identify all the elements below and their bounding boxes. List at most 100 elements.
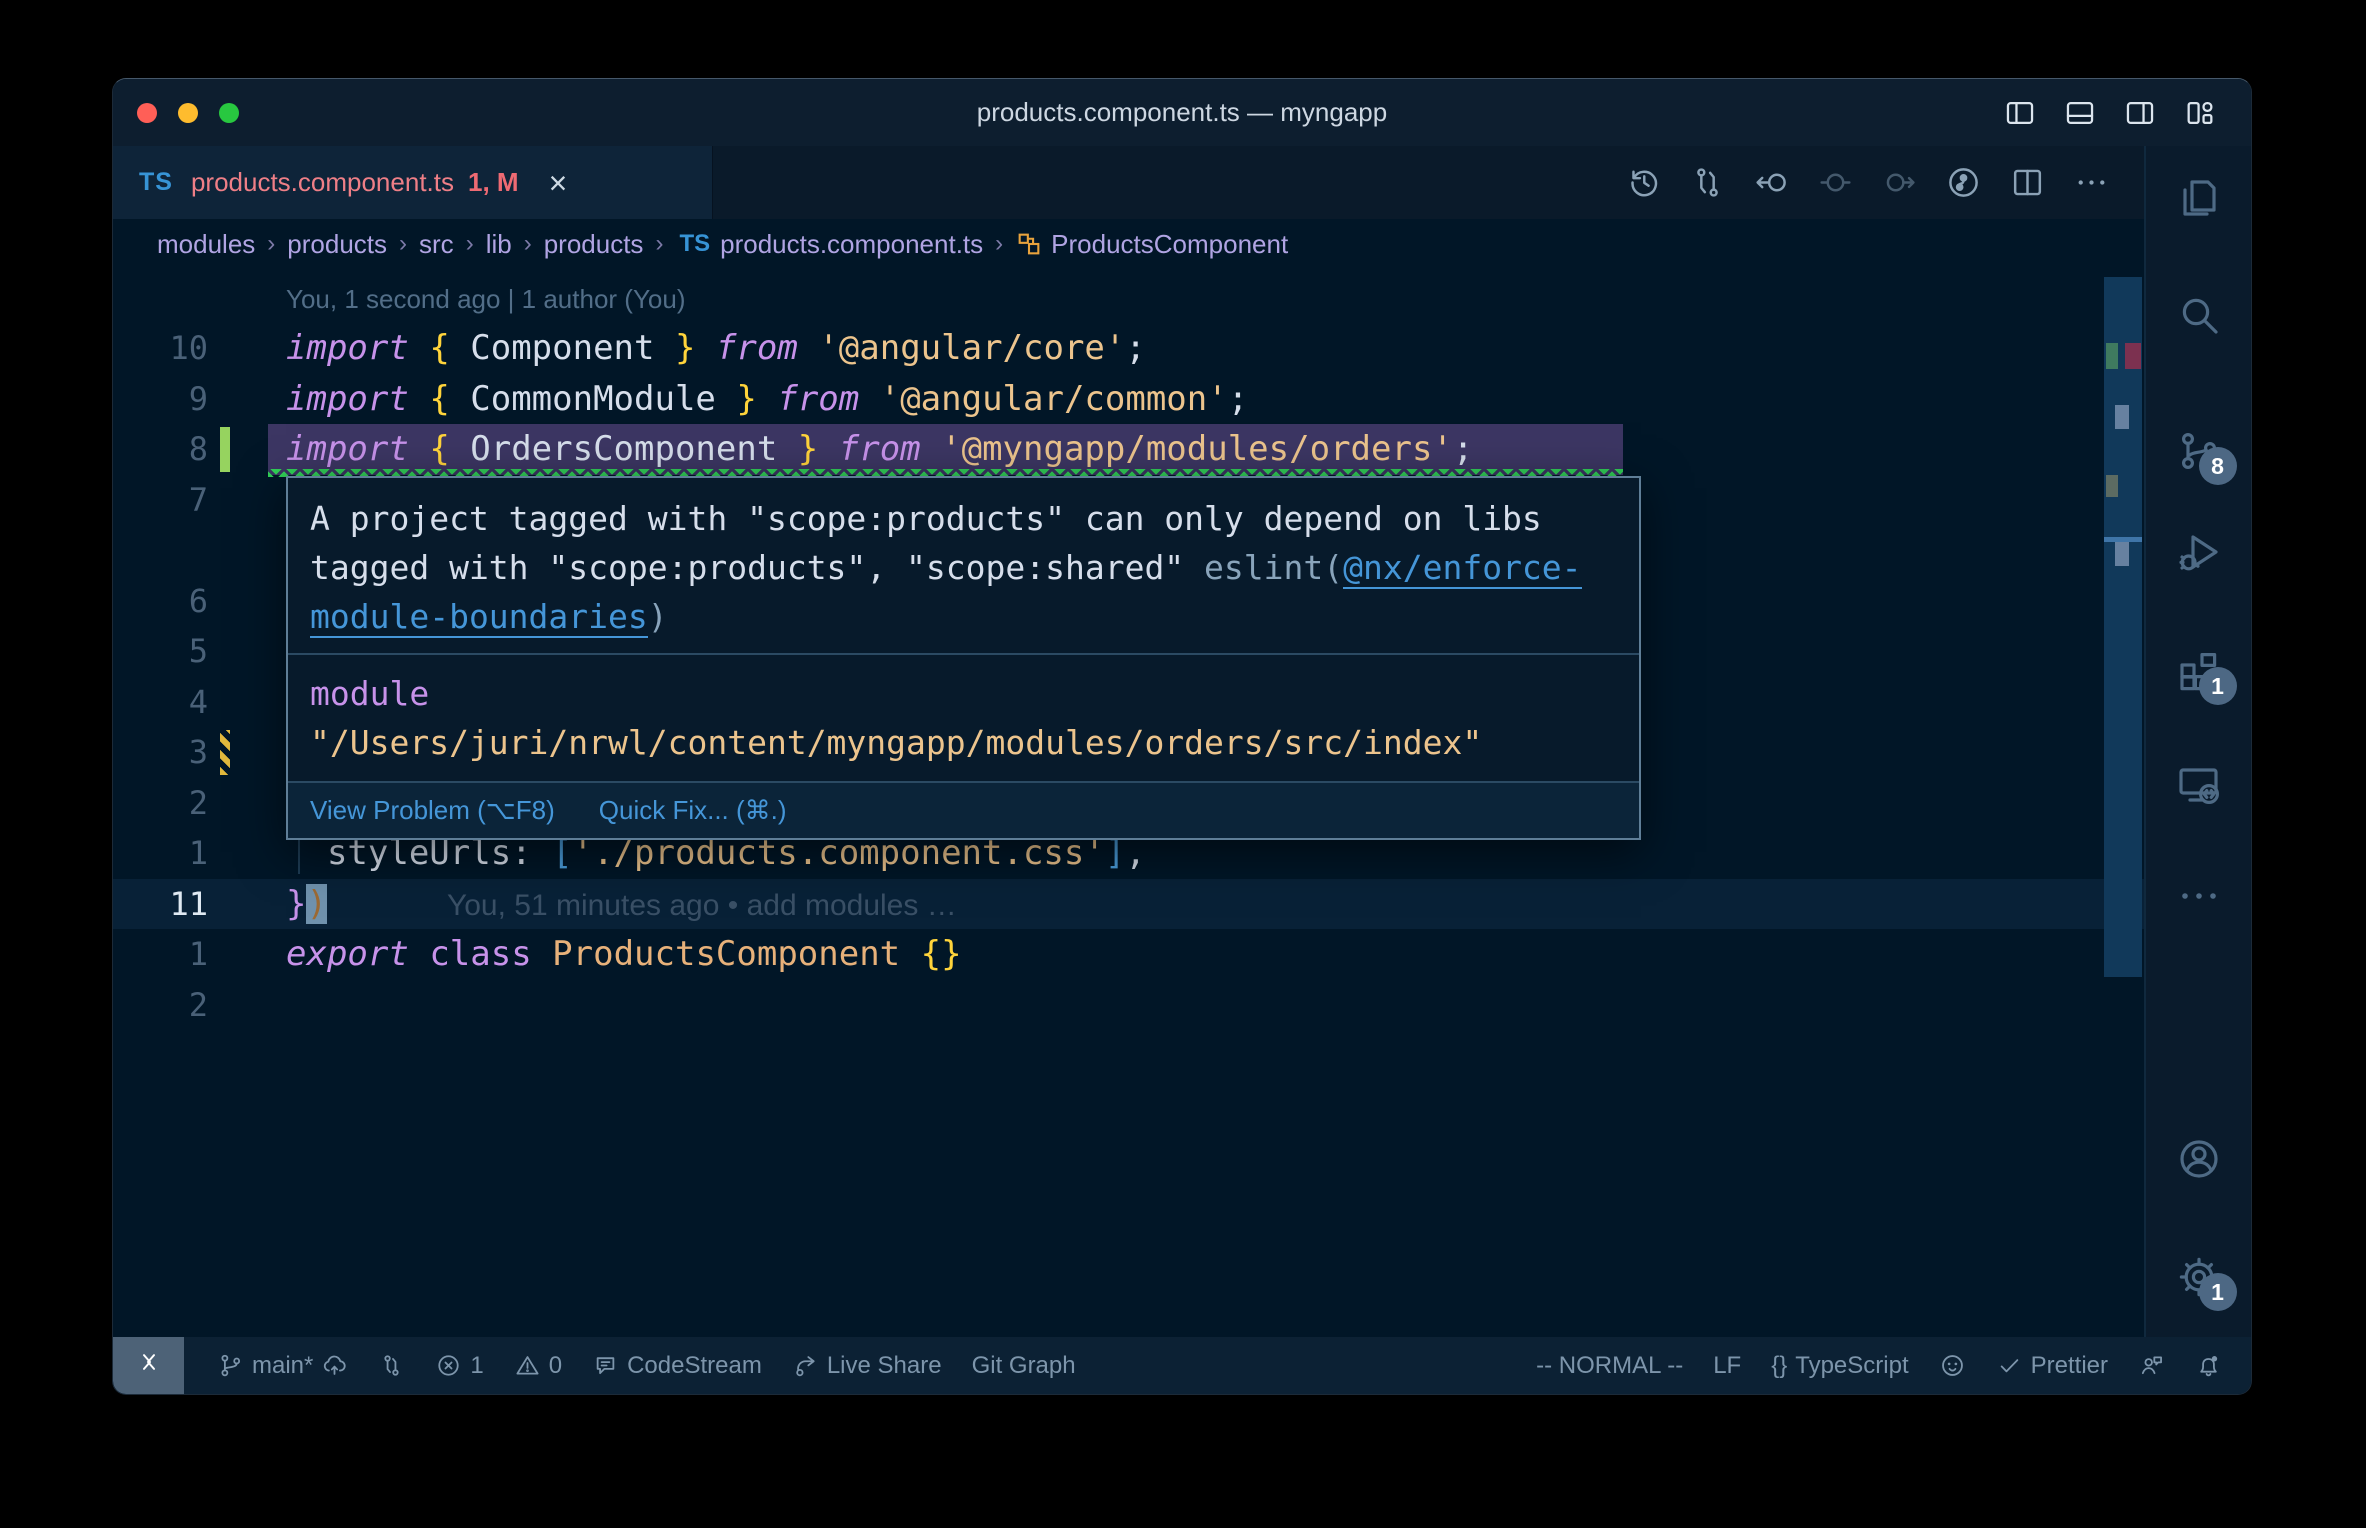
line-content xyxy=(268,525,286,576)
status-label: 1 xyxy=(470,1351,484,1379)
gutter xyxy=(208,475,268,526)
activity-extensions-button[interactable]: 1 xyxy=(2175,647,2237,705)
hover-link[interactable]: module-boundaries xyxy=(310,597,648,638)
token: Component xyxy=(449,328,675,368)
code-line[interactable]: 10 import { Component } from '@angular/co… xyxy=(113,323,2146,374)
line-number: 11 xyxy=(169,884,208,923)
activity-debug-button[interactable] xyxy=(2175,528,2223,576)
gutter xyxy=(208,929,268,980)
vim-mode[interactable]: -- NORMAL -- xyxy=(1521,1337,1698,1394)
live-share[interactable]: Live Share xyxy=(777,1337,957,1394)
branch-indicator[interactable]: main* xyxy=(202,1337,363,1394)
quick-fix-action[interactable]: Quick Fix... (⌘.) xyxy=(599,795,787,826)
ruler-added-mark xyxy=(2106,343,2118,369)
activity-search-button[interactable] xyxy=(2175,291,2223,339)
token: ; xyxy=(1125,328,1146,368)
remote-indicator[interactable] xyxy=(113,1337,184,1394)
token: { xyxy=(429,328,450,368)
prev-change-icon xyxy=(1817,164,1854,201)
line-number: 3 xyxy=(188,733,208,771)
error-count[interactable]: 1 xyxy=(420,1337,498,1394)
activity-more-button[interactable] xyxy=(2175,872,2223,920)
gitlens-compare[interactable] xyxy=(363,1337,420,1394)
status-label: Live Share xyxy=(826,1351,942,1379)
activity-source-control-button[interactable]: 8 xyxy=(2175,427,2237,485)
timeline-button[interactable] xyxy=(1625,164,1662,201)
line-content xyxy=(268,576,286,627)
prettier[interactable]: Prettier xyxy=(1981,1337,2123,1394)
activity-remote-explorer-button[interactable] xyxy=(2175,761,2223,809)
split-editor-button[interactable] xyxy=(2009,164,2046,201)
gutter xyxy=(208,727,268,778)
breadcrumb-item-products[interactable]: products xyxy=(544,229,644,260)
code-line[interactable]: 8 import { OrdersComponent } from '@mynga… xyxy=(113,424,2146,476)
language-mode[interactable]: {} TypeScript xyxy=(1756,1337,1923,1394)
close-tab-icon[interactable]: × xyxy=(549,167,568,199)
line-number: 8 xyxy=(188,430,208,468)
gutter xyxy=(208,677,268,728)
braces-icon: {} xyxy=(1771,1351,1788,1379)
remote-explorer-icon xyxy=(2175,761,2223,809)
status-label: Prettier xyxy=(2030,1351,2108,1379)
token: } xyxy=(797,429,819,469)
breadcrumb-file[interactable]: products.component.ts xyxy=(720,229,983,260)
request-changes-icon xyxy=(1689,164,1726,201)
feedback[interactable] xyxy=(2123,1337,2180,1394)
code-line[interactable]: 9 import { CommonModule } from '@angular/… xyxy=(113,374,2146,425)
status-label: main* xyxy=(252,1351,314,1379)
layout-customize-button[interactable] xyxy=(2183,96,2217,130)
notifications[interactable] xyxy=(2180,1337,2237,1394)
line-number: 6 xyxy=(188,581,208,620)
code-line[interactable]: 1 export class ProductsComponent {} xyxy=(113,929,2146,980)
warning-count[interactable]: 0 xyxy=(499,1337,577,1394)
cloud-upload-icon xyxy=(321,1352,348,1379)
gitlens-codelens[interactable]: You, 1 second ago | 1 author (You) xyxy=(113,275,2146,323)
github[interactable] xyxy=(1924,1337,1981,1394)
ruler-error-mark xyxy=(2125,343,2141,369)
line-number: 2 xyxy=(188,783,208,822)
request-changes-button[interactable] xyxy=(1689,164,1726,201)
open-changes-button[interactable] xyxy=(1753,164,1790,201)
next-change-button[interactable] xyxy=(1881,164,1918,201)
breadcrumb-symbol[interactable]: ProductsComponent xyxy=(1015,229,1288,260)
tab-products-component[interactable]: TS products.component.ts 1, M × xyxy=(113,146,713,219)
search-icon xyxy=(2175,291,2223,339)
extensions-badge: 1 xyxy=(2198,667,2237,705)
activity-account-button[interactable] xyxy=(2175,1135,2223,1183)
codestream-icon xyxy=(592,1352,619,1379)
line-content xyxy=(268,626,286,677)
overview-ruler[interactable] xyxy=(2104,269,2142,1339)
layout-sidebar-left-button[interactable] xyxy=(2003,96,2037,130)
code-line[interactable]: 11}) You, 51 minutes ago • add modules … xyxy=(113,878,2146,930)
layout-panel-bottom-button[interactable] xyxy=(2063,96,2097,130)
settings-gear-badge: 1 xyxy=(2198,1273,2237,1311)
breadcrumb-item-products[interactable]: products xyxy=(287,229,387,260)
line-number: 4 xyxy=(188,682,208,721)
token: import xyxy=(286,378,409,419)
prev-change-button[interactable] xyxy=(1817,164,1854,201)
codestream[interactable]: CodeStream xyxy=(577,1337,777,1394)
activity-files-button[interactable] xyxy=(2175,174,2223,222)
breadcrumb-separator: › xyxy=(267,230,276,257)
layout-sidebar-right-button[interactable] xyxy=(2123,96,2157,130)
activity-settings-gear-button[interactable]: 1 xyxy=(2175,1253,2237,1311)
more-button[interactable] xyxy=(2073,164,2110,201)
git-graph[interactable]: Git Graph xyxy=(957,1337,1091,1394)
code-editor[interactable]: You, 1 second ago | 1 author (You) 10 imp… xyxy=(113,269,2146,1339)
hover-link[interactable]: @nx/enforce- xyxy=(1343,548,1582,589)
gutter xyxy=(208,323,268,374)
breadcrumb-item-modules[interactable]: modules xyxy=(157,229,255,260)
code-line[interactable]: 2 xyxy=(113,980,2146,1031)
commit-graph-button[interactable] xyxy=(1945,164,1982,201)
view-problem-action[interactable]: View Problem (⌥F8) xyxy=(310,795,555,826)
eol-indicator[interactable]: LF xyxy=(1698,1337,1756,1394)
token: { xyxy=(429,429,450,469)
gutter xyxy=(208,879,268,930)
breadcrumb-item-src[interactable]: src xyxy=(419,229,454,260)
breadcrumb-separator: › xyxy=(399,230,408,257)
scrollbar-slider[interactable] xyxy=(2104,277,2142,977)
breadcrumb-item-lib[interactable]: lib xyxy=(486,229,512,260)
